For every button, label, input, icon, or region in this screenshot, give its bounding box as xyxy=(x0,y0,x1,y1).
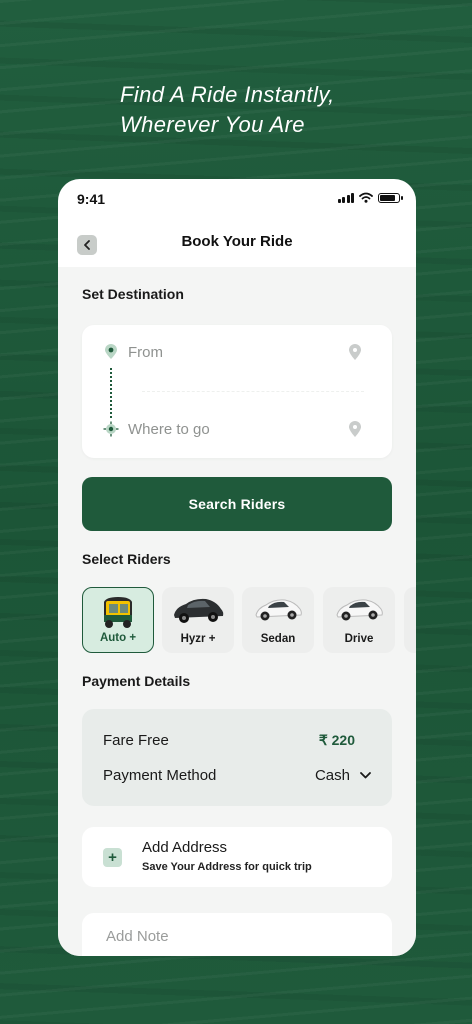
phone-screen: 9:41 Book Your Ride Set Destination From… xyxy=(58,179,416,956)
headline-line-1: Find A Ride Instantly, xyxy=(120,82,335,107)
rider-label: Sedan xyxy=(260,633,296,645)
add-address-card[interactable]: + Add Address Save Your Address for quic… xyxy=(82,827,392,887)
payment-method-select[interactable]: Cash xyxy=(315,767,371,784)
location-pin-icon[interactable] xyxy=(346,343,364,361)
add-note-input[interactable]: Add Note xyxy=(106,928,169,945)
fare-label: Fare Free xyxy=(103,731,169,749)
destination-card: From Where to go xyxy=(82,325,392,458)
location-pin-icon[interactable] xyxy=(346,420,364,438)
payment-card: Fare Free ₹ 220 Payment Method Cash xyxy=(82,709,392,806)
add-address-title: Add Address xyxy=(142,839,228,856)
payment-method-label: Payment Method xyxy=(103,766,217,784)
status-icons xyxy=(337,192,403,203)
battery-icon xyxy=(378,192,403,203)
rider-label: Auto + xyxy=(99,632,137,644)
wifi-icon xyxy=(359,192,373,203)
rider-option-auto[interactable]: Auto + xyxy=(82,587,154,653)
from-input[interactable]: From xyxy=(128,344,163,361)
route-connector xyxy=(110,368,112,418)
headline-line-2: Wherever You Are xyxy=(120,112,305,137)
origin-pin-icon xyxy=(105,344,117,359)
add-address-subtitle: Save Your Address for quick trip xyxy=(142,861,312,873)
car-white-icon xyxy=(255,599,302,621)
fare-row: Fare Free ₹ 220 xyxy=(103,730,371,750)
from-field[interactable]: From xyxy=(82,337,392,367)
select-riders-heading: Select Riders xyxy=(82,551,171,567)
payment-method-value: Cash xyxy=(314,766,350,784)
to-field[interactable]: Where to go xyxy=(82,414,392,444)
add-note-field[interactable]: Add Note xyxy=(82,913,392,956)
rider-option-hyzr[interactable]: Hyzr + xyxy=(162,587,234,653)
destination-target-icon xyxy=(103,421,119,437)
rider-option-sedan[interactable]: Sedan xyxy=(242,587,314,653)
headline: Find A Ride Instantly, Wherever You Are xyxy=(120,80,335,140)
car-white-icon xyxy=(336,599,383,621)
page-title: Book Your Ride xyxy=(181,233,293,250)
car-dark-icon xyxy=(174,598,224,623)
set-destination-heading: Set Destination xyxy=(82,286,184,302)
top-bar: Book Your Ride xyxy=(58,223,416,267)
rider-option-more[interactable] xyxy=(404,587,416,653)
field-divider xyxy=(142,391,364,392)
plus-icon: + xyxy=(103,848,122,867)
chevron-down-icon xyxy=(360,771,371,778)
rider-label: Hyzr + xyxy=(180,633,216,645)
fare-value: ₹ 220 xyxy=(318,731,355,748)
auto-rickshaw-icon xyxy=(104,597,132,628)
rider-label: Drive xyxy=(344,633,374,645)
rider-options: Auto + Hyzr + Sedan Drive xyxy=(82,587,416,655)
search-riders-button[interactable]: Search Riders xyxy=(82,477,392,531)
rider-option-drive[interactable]: Drive xyxy=(323,587,395,653)
battery-fill xyxy=(380,194,396,201)
to-input[interactable]: Where to go xyxy=(128,421,210,438)
payment-details-heading: Payment Details xyxy=(82,673,191,689)
status-time: 9:41 xyxy=(77,191,106,207)
signal-icon xyxy=(337,192,354,203)
status-bar: 9:41 xyxy=(58,179,416,219)
payment-method-row[interactable]: Payment Method Cash xyxy=(103,765,371,785)
